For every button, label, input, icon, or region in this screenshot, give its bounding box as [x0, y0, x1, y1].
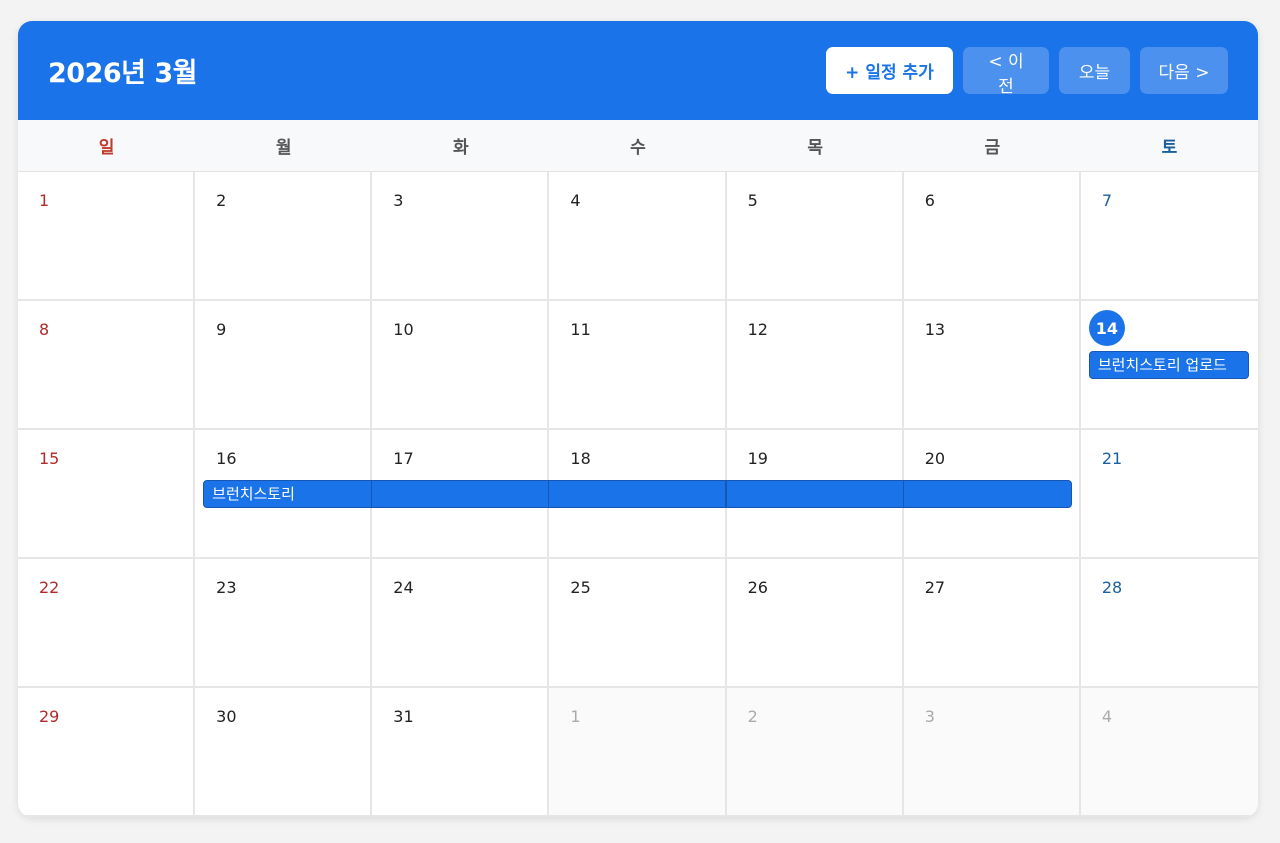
- day-number: 2: [747, 707, 758, 726]
- day-number: 8: [39, 320, 50, 339]
- month-grid: 1 2 3 4 5 6 7 8 9 10 11 12 13 14 브런치스토리 …: [18, 172, 1258, 817]
- day-number: 1: [570, 707, 581, 726]
- weekday-wednesday: 수: [630, 138, 646, 158]
- event-series-continuation[interactable]: [371, 480, 550, 508]
- day-number: 2: [216, 191, 227, 210]
- day-number: 21: [1101, 449, 1123, 468]
- day-number: 19: [747, 449, 768, 468]
- next-month-button[interactable]: 다음 >: [1140, 47, 1228, 94]
- day-cell[interactable]: 28: [1080, 559, 1258, 688]
- day-cell[interactable]: 18: [548, 430, 727, 559]
- day-number: 28: [1101, 578, 1123, 597]
- day-number: 23: [216, 578, 237, 597]
- day-cell[interactable]: 24: [372, 559, 550, 688]
- today-button[interactable]: 오늘: [1059, 47, 1130, 94]
- day-number: 25: [570, 578, 591, 597]
- day-number: 18: [570, 449, 591, 468]
- add-event-button[interactable]: + 일정 추가: [826, 47, 953, 94]
- day-number: 15: [39, 449, 60, 468]
- event-series-continuation[interactable]: [725, 480, 904, 508]
- day-number: 11: [570, 320, 591, 339]
- day-cell[interactable]: 2: [195, 172, 373, 301]
- day-number: 4: [570, 191, 581, 210]
- today-marker: 14: [1088, 310, 1125, 346]
- day-number: 29: [39, 707, 60, 726]
- weekday-friday: 금: [984, 138, 1001, 158]
- event-series-continuation[interactable]: [902, 480, 1072, 508]
- day-cell-other-month[interactable]: 1: [549, 688, 727, 817]
- day-cell[interactable]: 17: [371, 430, 550, 559]
- day-number: 20: [924, 449, 946, 468]
- day-number: 31: [393, 707, 414, 726]
- day-cell[interactable]: 23: [195, 559, 373, 688]
- day-number: 4: [1101, 707, 1113, 726]
- day-number: 5: [747, 191, 758, 210]
- day-cell[interactable]: 13: [903, 301, 1081, 430]
- day-cell[interactable]: 8: [18, 301, 196, 430]
- day-number: 26: [747, 578, 768, 597]
- day-number: 9: [216, 320, 227, 339]
- day-number: 12: [747, 320, 768, 339]
- day-cell[interactable]: 25: [549, 559, 727, 688]
- day-number: 22: [39, 578, 60, 597]
- day-cell[interactable]: 16 브런치스토리: [195, 430, 374, 559]
- day-cell[interactable]: 26: [726, 559, 904, 688]
- day-cell[interactable]: 3: [372, 172, 550, 301]
- event-series-continuation[interactable]: [548, 480, 727, 508]
- weekday-monday: 월: [275, 138, 292, 158]
- day-cell-other-month[interactable]: 4: [1080, 688, 1258, 817]
- day-number: 10: [393, 320, 414, 339]
- day-number: 7: [1101, 191, 1113, 210]
- day-cell[interactable]: 30: [195, 688, 373, 817]
- day-cell[interactable]: 19: [725, 430, 904, 559]
- day-cell[interactable]: 9: [195, 301, 373, 430]
- day-number: 6: [924, 191, 935, 210]
- weekday-header: 일 월 화 수 목 금 토: [18, 120, 1258, 172]
- weekday-thursday: 목: [807, 138, 823, 158]
- day-cell-other-month[interactable]: 3: [903, 688, 1081, 817]
- month-title: 2026년 3월: [48, 58, 198, 89]
- day-number: 3: [393, 191, 404, 210]
- day-cell[interactable]: 4: [549, 172, 727, 301]
- day-cell[interactable]: 15: [18, 430, 196, 559]
- day-cell[interactable]: 20: [902, 430, 1081, 559]
- day-cell[interactable]: 6: [903, 172, 1081, 301]
- weekday-saturday: 토: [1161, 138, 1178, 158]
- day-cell[interactable]: 1: [18, 172, 196, 301]
- calendar: 2026년 3월 + 일정 추가 < 이전 오늘 다음 > 일 월 화 수 목 …: [18, 21, 1258, 817]
- day-cell[interactable]: 31: [372, 688, 550, 817]
- event-upload[interactable]: 브런치스토리 업로드: [1088, 351, 1249, 379]
- event-series[interactable]: 브런치스토리: [203, 480, 374, 508]
- day-cell-other-month[interactable]: 2: [726, 688, 904, 817]
- day-cell[interactable]: 5: [726, 172, 904, 301]
- weekday-tuesday: 화: [453, 138, 469, 158]
- day-cell-today[interactable]: 14 브런치스토리 업로드: [1080, 301, 1258, 430]
- day-cell[interactable]: 27: [903, 559, 1081, 688]
- day-number: 24: [393, 578, 414, 597]
- day-number: 17: [393, 449, 414, 468]
- day-cell[interactable]: 29: [18, 688, 196, 817]
- day-cell[interactable]: 7: [1080, 172, 1258, 301]
- day-number: 30: [216, 707, 237, 726]
- day-number: 1: [39, 191, 50, 210]
- prev-month-button[interactable]: < 이전: [963, 47, 1049, 97]
- day-cell[interactable]: 11: [549, 301, 727, 430]
- day-number: 16: [216, 449, 237, 468]
- day-cell[interactable]: 21: [1080, 430, 1258, 559]
- nav-controls: + 일정 추가 < 이전 오늘 다음 >: [826, 47, 1228, 97]
- day-cell[interactable]: 12: [726, 301, 904, 430]
- day-cell[interactable]: 10: [372, 301, 550, 430]
- weekday-sunday: 일: [98, 138, 115, 158]
- day-cell[interactable]: 22: [18, 559, 196, 688]
- day-number: 13: [924, 320, 946, 339]
- day-number: 27: [924, 578, 946, 597]
- day-number: 3: [924, 707, 935, 726]
- calendar-header: 2026년 3월 + 일정 추가 < 이전 오늘 다음 >: [18, 21, 1258, 120]
